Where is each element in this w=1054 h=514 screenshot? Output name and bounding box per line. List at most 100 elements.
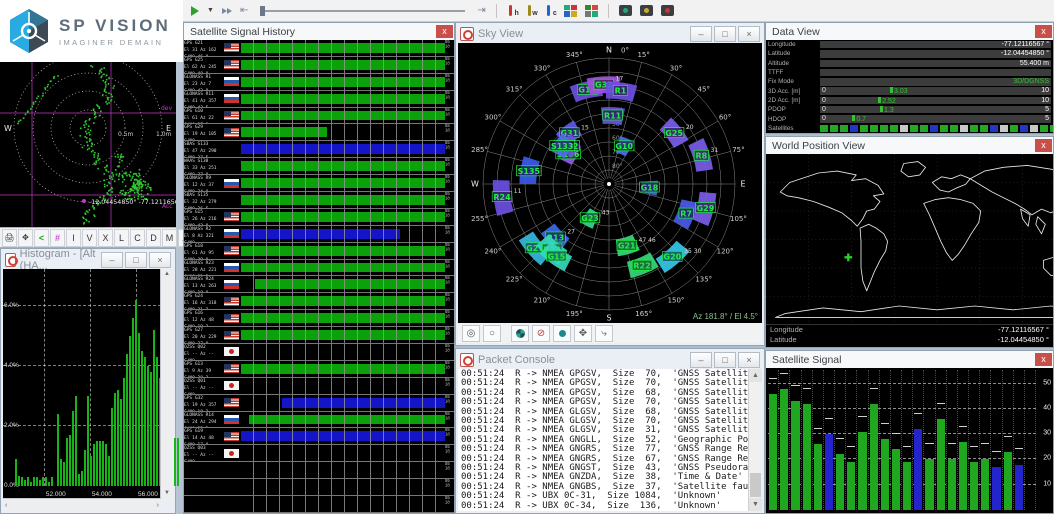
trace-icon[interactable]: ⤷ xyxy=(595,325,613,342)
roman-key-c[interactable]: C xyxy=(130,229,145,247)
playback-slider[interactable] xyxy=(260,10,465,12)
thermometer-cold-icon[interactable]: c xyxy=(543,3,558,19)
close-icon[interactable]: x xyxy=(1035,139,1052,152)
skip-to-start-icon[interactable]: ⇤ xyxy=(238,3,250,19)
scrollbar-thumb[interactable] xyxy=(750,473,761,497)
no-entry-icon[interactable]: ⊘ xyxy=(532,325,550,342)
circle-icon[interactable]: ○ xyxy=(483,325,501,342)
data-view-panel: Data View x Longitude-77.12116567 °Latit… xyxy=(765,22,1054,134)
roman-key-v[interactable]: V xyxy=(82,229,97,247)
color-grid-alt-icon[interactable] xyxy=(583,3,600,19)
svg-text:1.0m: 1.0m xyxy=(156,131,172,138)
history-row: GPS G24El 16 Az 318C/N0 21.25518 xyxy=(184,293,454,310)
sky-az-el-status: Az 181.8° / El 4.5° xyxy=(693,312,758,321)
world-position-body: ✚ Longitude-77.12116567 °Latitude-12.044… xyxy=(766,154,1053,347)
flag-placeholder xyxy=(224,195,239,204)
packet-console-body: 00:51:24 R -> NMEA GPGSV, Size 70, 'GNSS… xyxy=(458,369,762,511)
satellite-signal-titlebar: Satellite Signal x xyxy=(766,351,1053,368)
roman-key-i[interactable]: I xyxy=(66,229,81,247)
jp-flag-icon xyxy=(224,347,239,356)
sky-view-body: N0°15°30°45°60°75°E105°120°135°150°165°S… xyxy=(458,43,762,323)
pan-cross-icon[interactable]: ✥ xyxy=(574,325,592,342)
print-icon[interactable]: 🖨 xyxy=(2,229,17,247)
main-toolbar: ▼ ⇤ ⇥ h w c xyxy=(183,0,1054,22)
globe-icon[interactable] xyxy=(511,325,529,342)
signal-bar-slot xyxy=(813,370,824,510)
target-icon[interactable]: ◎ xyxy=(462,325,480,342)
caret-down-icon[interactable]: ▼ xyxy=(205,3,216,19)
satellite-signal-panel: Satellite Signal x 5040302010 xyxy=(765,350,1054,514)
maximize-icon[interactable]: □ xyxy=(714,26,736,42)
signal-bar-slot xyxy=(835,370,846,510)
brand-subtitle: IMAGINER DEMAIN xyxy=(59,38,171,47)
signal-bar-slot xyxy=(857,370,868,510)
svg-text:G20: G20 xyxy=(664,253,682,262)
flag-placeholder xyxy=(224,145,239,154)
close-icon[interactable]: × xyxy=(149,252,171,268)
roman-key-m[interactable]: M xyxy=(162,229,177,247)
roman-key-l[interactable]: L xyxy=(114,229,129,247)
capture-icon-3[interactable] xyxy=(659,3,676,19)
svg-text:S133: S133 xyxy=(551,142,573,151)
maximize-icon[interactable]: □ xyxy=(125,252,147,268)
minimize-icon[interactable]: – xyxy=(690,352,712,368)
pan-icon[interactable]: ✥ xyxy=(18,229,33,247)
roman-key-d[interactable]: D xyxy=(146,229,161,247)
close-icon[interactable]: × xyxy=(738,352,760,368)
fast-forward-icon[interactable] xyxy=(220,3,234,19)
svg-text:W: W xyxy=(4,124,12,133)
histogram-body: 6.0%4.0%2.0%0.0%52.00054.00056.000 ▲▼ ‹› xyxy=(3,269,173,511)
color-grid-icon[interactable] xyxy=(562,3,579,19)
histogram-vscrollbar[interactable]: ▲▼ xyxy=(160,269,173,499)
history-row: GLONASS R2El 8 Az 321C/N0 --5518 xyxy=(184,226,454,243)
svg-text:R22: R22 xyxy=(633,262,650,271)
svg-text:S: S xyxy=(606,314,611,323)
roman-key-x[interactable]: X xyxy=(98,229,113,247)
close-icon[interactable]: x xyxy=(436,25,453,38)
signal-bar-slot xyxy=(1025,370,1036,510)
satellite-signal-title: Satellite Signal xyxy=(772,354,841,366)
world-position-titlebar: World Position View x xyxy=(766,137,1053,154)
dot-icon[interactable] xyxy=(553,325,571,342)
minimize-icon[interactable]: – xyxy=(690,26,712,42)
brand-title: SP VISION xyxy=(59,16,171,36)
signal-bar-slot xyxy=(936,370,947,510)
history-row: WAAS S138El 33 Az 251C/N0 37.05518 xyxy=(184,158,454,175)
close-icon[interactable]: x xyxy=(1035,353,1052,366)
packet-console-scrollbar[interactable]: ▲ ▼ xyxy=(748,369,762,511)
signal-bar-slot xyxy=(1014,370,1025,510)
thermometer-warm-icon[interactable]: w xyxy=(524,3,539,19)
svg-text:G18: G18 xyxy=(641,183,659,192)
capture-icon-2[interactable] xyxy=(638,3,655,19)
app-roundel-icon xyxy=(460,353,474,367)
grid-toggle-icon[interactable]: # xyxy=(50,229,65,247)
svg-text:G25: G25 xyxy=(665,129,683,138)
playback-slider-handle[interactable] xyxy=(260,6,265,16)
histogram-hscrollbar[interactable]: ‹› xyxy=(3,498,161,511)
ru-flag-icon xyxy=(224,229,239,238)
sky-view-titlebar: Sky View – □ × xyxy=(458,25,762,43)
app-roundel-icon xyxy=(5,253,16,267)
minimize-icon[interactable]: – xyxy=(101,252,123,268)
svg-text:300°: 300° xyxy=(485,114,502,122)
play-icon[interactable] xyxy=(189,3,201,19)
skip-to-end-icon[interactable]: ⇥ xyxy=(475,3,487,19)
svg-text:135°: 135° xyxy=(695,275,712,283)
close-icon[interactable]: x xyxy=(1035,25,1052,38)
capture-icon-1[interactable] xyxy=(617,3,634,19)
packet-console-window: Packet Console – □ × 00:51:24 R -> NMEA … xyxy=(455,348,765,514)
signal-bar-slot xyxy=(779,370,790,510)
us-flag-icon xyxy=(224,128,239,137)
close-icon[interactable]: × xyxy=(738,26,760,42)
svg-text:31: 31 xyxy=(711,147,719,154)
packet-console-title: Packet Console xyxy=(478,354,555,366)
svg-text:30°: 30° xyxy=(670,64,682,72)
chevron-left-icon[interactable]: < xyxy=(34,229,49,247)
maximize-icon[interactable]: □ xyxy=(714,352,736,368)
signal-bar-slot xyxy=(1003,370,1014,510)
svg-text:G21: G21 xyxy=(618,242,636,251)
us-flag-icon xyxy=(224,43,239,52)
us-flag-icon xyxy=(224,212,239,221)
thermometer-hot-icon[interactable]: h xyxy=(505,3,520,19)
data-view-row: PDOP01.35 xyxy=(766,105,1053,114)
